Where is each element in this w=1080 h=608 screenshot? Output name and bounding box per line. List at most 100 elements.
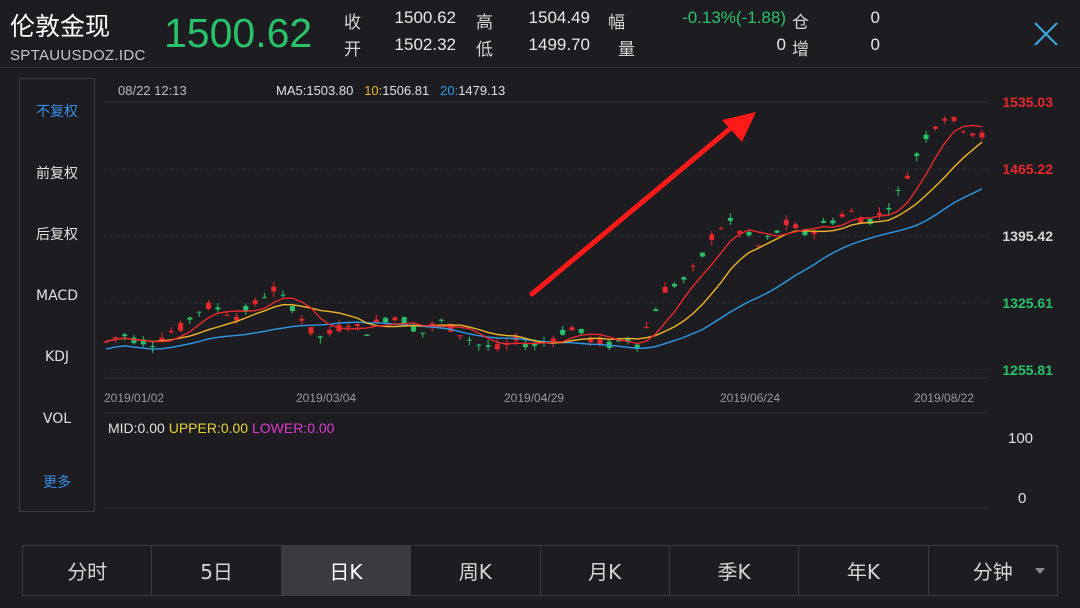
arrow-up-right-icon [722,112,756,142]
tab-minute-label: 分钟 [972,560,1013,584]
x-axis-label: 2019/03/04 [296,391,356,405]
candle-body [951,116,957,121]
menu-item-more[interactable]: 更多 [20,472,94,492]
candle-body [569,327,575,331]
menu-item-vol[interactable]: VOL [20,411,94,427]
tab-weekly-k[interactable]: 周K [411,546,541,595]
candle-body [783,219,789,226]
candle-body [280,294,286,296]
candle-body [289,305,295,312]
candle-body [830,220,836,224]
y-axis-label: 1535.03 [1002,94,1053,110]
indicator-lower: LOWER:0.00 [251,420,335,436]
candle-body [466,339,472,341]
candle-body [718,228,724,230]
close-value: 1500.62 [394,8,456,27]
candle-body [383,318,389,323]
candle-body [112,337,118,339]
candle-body [699,252,705,257]
instrument-code: SPTAUUSDOZ.IDC [10,47,146,64]
candle-body [364,334,370,336]
candle-body [401,317,407,324]
candle-body [793,224,799,229]
candle-body [392,317,398,321]
high-label: 高 [476,13,493,33]
candle-body [317,336,323,338]
candle-body [411,326,417,332]
candle-body [494,344,500,350]
trend-arrow-shaft [529,119,741,297]
candle-body [578,328,584,334]
candle-body [178,322,184,331]
candle-body [420,332,426,334]
candle-body [644,327,650,329]
candle-body [774,230,780,233]
candle-body [970,133,976,136]
menu-item-forward-adjust[interactable]: 前复权 [20,163,94,183]
x-axis-label: 2019/08/22 [914,391,974,405]
menu-item-backward-adjust[interactable]: 后复权 [20,224,94,244]
x-axis-label: 2019/04/29 [504,391,564,405]
candle-body [215,307,221,310]
instrument-title: 伦敦金现 [10,12,111,41]
candle-body [122,334,128,337]
candle-body [681,277,687,280]
y-axis-label: 1395.42 [1002,228,1053,244]
kline-chart-area[interactable]: 08/22 12:13 MA5:1503.80 10:1506.81 20:14… [96,78,1080,512]
quote-header: 伦敦金现 SPTAUUSDOZ.IDC 1500.62 收 1500.62 开 … [0,0,1080,68]
position-value: 0 [870,8,880,27]
candle-body [233,316,239,321]
indicator-ymax: 100 [1008,430,1034,447]
candle-body [308,327,314,334]
tab-intraday[interactable]: 分时 [23,546,153,595]
range-label: 幅 [608,13,625,33]
candle-body [168,330,174,333]
tab-yearly-k[interactable]: 年K [799,546,929,595]
candle-body [150,346,156,348]
candle-body [914,153,920,157]
candle-body [485,345,491,347]
candle-body [876,212,882,215]
candle-body [224,314,230,316]
candle-body [765,236,771,238]
menu-item-macd[interactable]: MACD [20,288,94,304]
candle-body [131,337,137,344]
tab-minute[interactable]: 分钟 [929,546,1057,595]
candle-body [960,131,966,133]
candle-body [755,245,761,247]
tab-5day[interactable]: 5日 [152,546,282,595]
candle-body [932,126,938,129]
candle-body [327,329,333,334]
tab-quarterly-k[interactable]: 季K [670,546,800,595]
close-label: 收 [344,13,361,33]
low-value: 1499.70 [528,35,590,54]
ma10-line [105,141,983,344]
candle-body [271,286,277,292]
menu-item-kdj[interactable]: KDJ [20,349,94,365]
candle-body [457,335,463,337]
x-axis-label: 2019/01/02 [104,391,164,405]
candle-body [886,207,892,210]
candle-body [438,319,444,321]
candle-body [746,231,752,236]
candle-body [709,234,715,240]
menu-item-no-adjust[interactable]: 不复权 [20,101,94,121]
ma5-line [105,124,983,345]
position-label: 仓 [792,13,809,33]
indicator-legend: MID:0.00 UPPER:0.00 LOWER:0.00 [108,420,334,436]
candle-body [355,324,361,327]
indicator-mid: MID:0.00 [108,420,165,436]
tab-monthly-k[interactable]: 月K [541,546,670,595]
open-value: 1502.32 [394,35,456,54]
period-tabs: 分时 5日 日K 周K 月K 季K 年K 分钟 [22,545,1058,596]
candle-body [979,132,985,138]
volume-value: 0 [776,35,786,54]
candle-body [345,326,351,328]
candle-body [653,309,659,312]
tab-daily-k[interactable]: 日K [281,546,412,595]
candle-body [476,344,482,346]
close-button[interactable] [1030,18,1062,50]
y-axis-label: 1255.81 [1002,362,1053,378]
indicator-ymin: 0 [1018,490,1027,507]
candle-body [373,319,379,323]
